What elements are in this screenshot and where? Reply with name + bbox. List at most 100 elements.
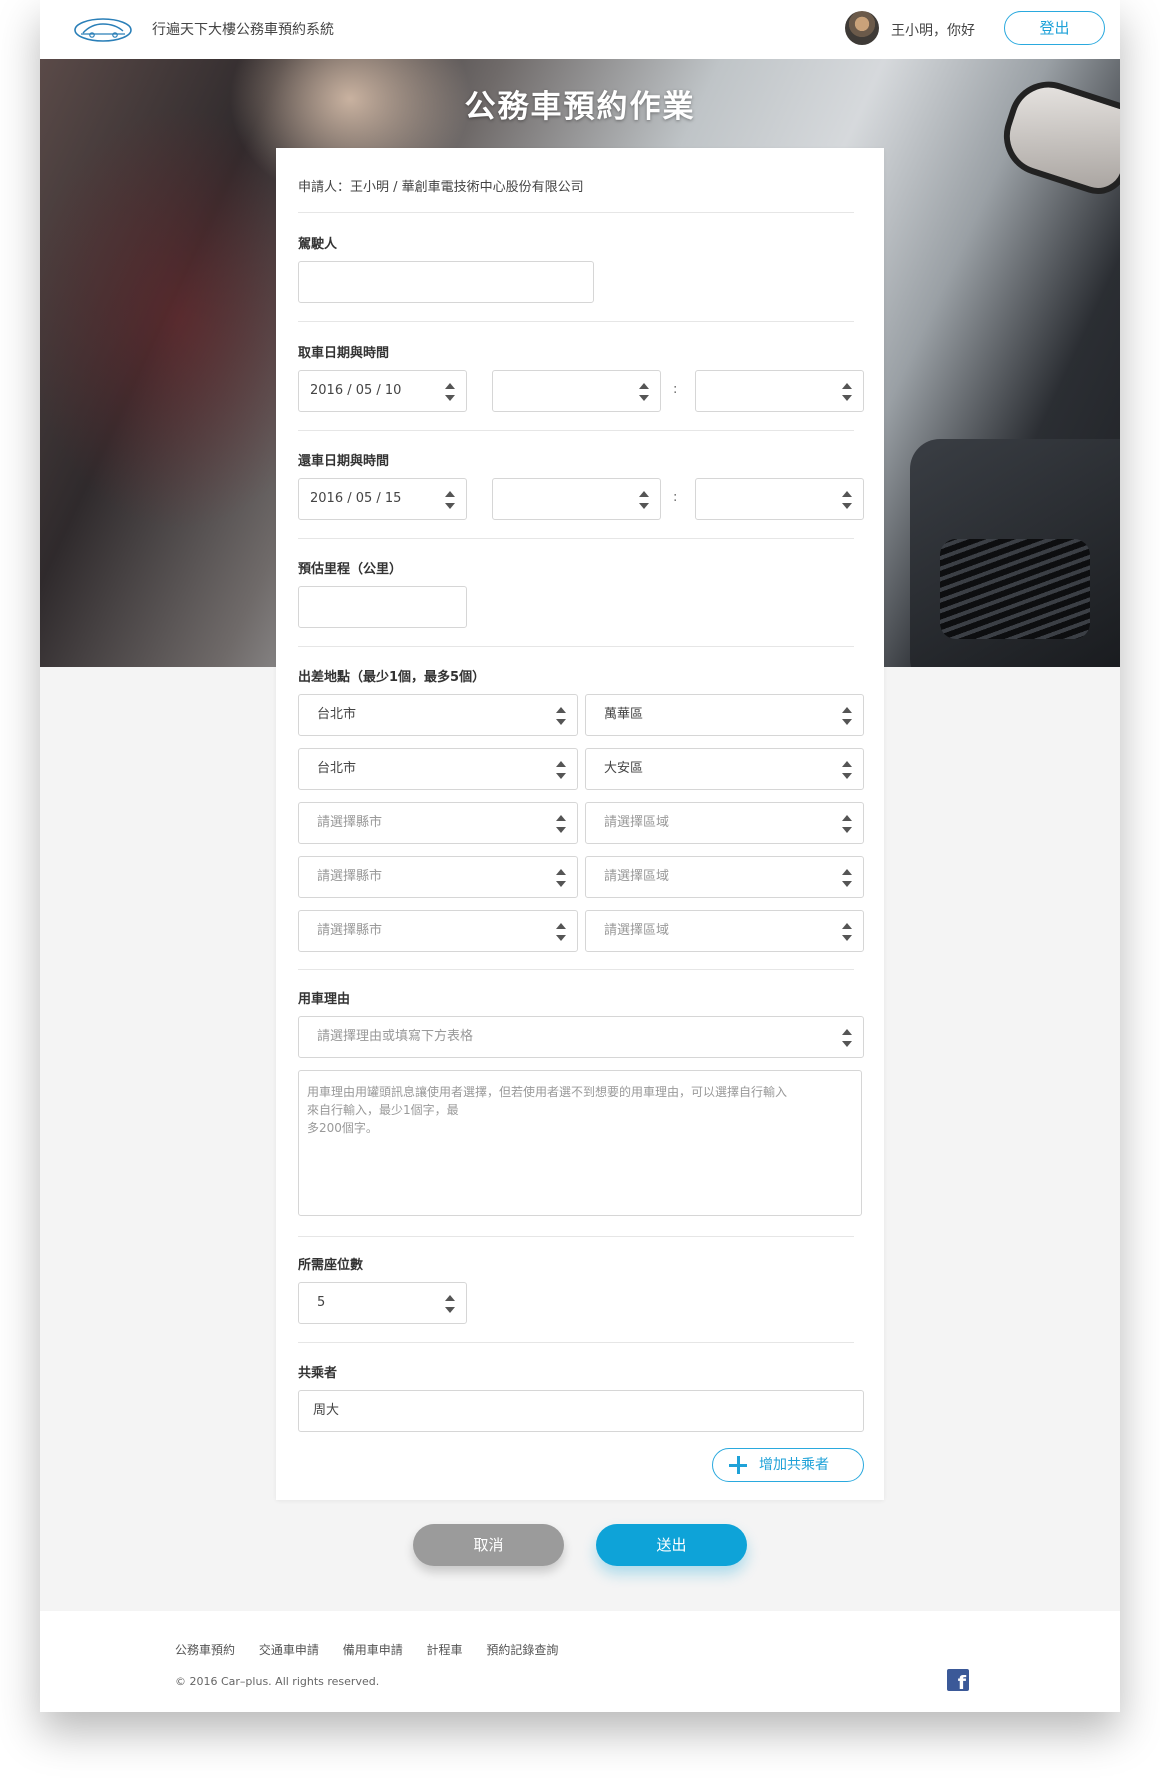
divider <box>298 969 854 970</box>
stepper-arrows-icon[interactable] <box>445 1295 455 1313</box>
driver-input[interactable] <box>298 261 594 303</box>
stepper-arrows-icon[interactable] <box>842 491 852 509</box>
page-title: 公務車預約作業 <box>464 89 696 125</box>
seats-stepper[interactable]: 5 <box>298 1282 467 1324</box>
reason-label: 用車理由 <box>298 992 351 1007</box>
location-district-select[interactable]: 請選擇區域 <box>585 856 864 898</box>
add-passenger-label: 增加共乘者 <box>759 1457 829 1473</box>
pickup-label: 取車日期與時間 <box>298 346 390 361</box>
select-arrows-icon <box>842 923 852 941</box>
facebook-icon[interactable]: f <box>947 1669 969 1691</box>
air-vent-image <box>940 539 1090 639</box>
location-city-select[interactable]: 台北市 <box>298 748 578 790</box>
location-city-placeholder: 請選擇縣市 <box>317 869 383 884</box>
location-district-placeholder: 請選擇區域 <box>604 869 670 884</box>
location-city-value: 台北市 <box>317 761 357 776</box>
locations-label: 出差地點（最少1個，最多5個） <box>298 670 486 685</box>
user-greeting: 王小明，你好 <box>891 23 975 39</box>
footer-link-spare-car[interactable]: 備用車申請 <box>343 1643 403 1657</box>
reason-select[interactable]: 請選擇理由或填寫下方表格 <box>298 1016 864 1058</box>
select-arrows-icon <box>556 707 566 725</box>
footer-link-history[interactable]: 預約記錄查詢 <box>486 1643 558 1657</box>
pickup-hour-field[interactable] <box>492 370 661 412</box>
pickup-date-value: 2016 / 05 / 10 <box>310 383 402 398</box>
driver-label: 駕駛人 <box>298 237 338 252</box>
divider <box>298 1342 854 1343</box>
time-colon: : <box>673 382 678 397</box>
return-minute-field[interactable] <box>695 478 864 520</box>
location-city-select[interactable]: 請選擇縣市 <box>298 856 578 898</box>
location-city-select[interactable]: 請選擇縣市 <box>298 910 578 952</box>
footer-link-car-booking[interactable]: 公務車預約 <box>175 1643 235 1657</box>
divider <box>298 1236 854 1237</box>
select-arrows-icon <box>556 761 566 779</box>
location-district-value: 萬華區 <box>604 707 644 722</box>
stepper-arrows-icon[interactable] <box>639 491 649 509</box>
reason-textarea[interactable]: 用車理由用罐頭訊息讓使用者選擇，但若使用者選不到想要的用車理由，可以選擇自行輸入… <box>298 1070 862 1216</box>
select-arrows-icon <box>842 761 852 779</box>
pickup-date-field[interactable]: 2016 / 05 / 10 <box>298 370 467 412</box>
add-passenger-button[interactable]: 增加共乘者 <box>712 1448 864 1482</box>
avatar[interactable] <box>845 11 879 45</box>
select-arrows-icon <box>556 815 566 833</box>
cancel-button[interactable]: 取消 <box>413 1524 564 1566</box>
plus-icon <box>729 1456 747 1474</box>
stepper-arrows-icon[interactable] <box>445 491 455 509</box>
return-hour-field[interactable] <box>492 478 661 520</box>
divider <box>298 321 854 322</box>
footer-links: 公務車預約 交通車申請 備用車申請 計程車 預約記錄查詢 <box>175 1641 578 1658</box>
return-label: 還車日期與時間 <box>298 454 390 469</box>
system-title: 行遍天下大樓公務車預約系統 <box>152 22 334 38</box>
select-arrows-icon <box>842 815 852 833</box>
location-district-select[interactable]: 請選擇區域 <box>585 910 864 952</box>
footer-link-shuttle[interactable]: 交通車申請 <box>259 1643 319 1657</box>
applicant-info: 申請人：王小明 / 華創車電技術中心股份有限公司 <box>298 180 584 195</box>
location-district-placeholder: 請選擇區域 <box>604 815 670 830</box>
divider <box>298 538 854 539</box>
top-header: 行遍天下大樓公務車預約系統 王小明，你好 登出 <box>40 0 1120 59</box>
mileage-label: 預估里程（公里） <box>298 562 403 577</box>
location-city-value: 台北市 <box>317 707 357 722</box>
page-footer: 公務車預約 交通車申請 備用車申請 計程車 預約記錄查詢 © 2016 Car–… <box>40 1611 1120 1712</box>
passengers-label: 共乘者 <box>298 1366 338 1381</box>
return-date-field[interactable]: 2016 / 05 / 15 <box>298 478 467 520</box>
select-arrows-icon <box>556 923 566 941</box>
reason-select-placeholder: 請選擇理由或填寫下方表格 <box>317 1029 474 1044</box>
reason-placeholder-line: 用車理由用罐頭訊息讓使用者選擇，但若使用者選不到想要的用車理由，可以選擇自行輸入 <box>307 1085 788 1099</box>
location-district-select[interactable]: 萬華區 <box>585 694 864 736</box>
divider <box>298 430 854 431</box>
submit-button[interactable]: 送出 <box>596 1524 747 1566</box>
seats-label: 所需座位數 <box>298 1258 364 1273</box>
select-arrows-icon <box>842 707 852 725</box>
time-colon: : <box>673 490 678 505</box>
logout-button[interactable]: 登出 <box>1004 11 1105 45</box>
location-district-placeholder: 請選擇區域 <box>604 923 670 938</box>
car-logo-icon[interactable] <box>73 16 133 44</box>
copyright: © 2016 Car–plus. All rights reserved. <box>175 1675 380 1688</box>
mileage-input[interactable] <box>298 586 467 628</box>
stepper-arrows-icon[interactable] <box>639 383 649 401</box>
reservation-form: 申請人：王小明 / 華創車電技術中心股份有限公司 駕駛人 取車日期與時間 201… <box>276 148 884 1500</box>
footer-link-taxi[interactable]: 計程車 <box>427 1643 463 1657</box>
location-city-select[interactable]: 台北市 <box>298 694 578 736</box>
stepper-arrows-icon[interactable] <box>445 383 455 401</box>
select-arrows-icon <box>842 1029 852 1047</box>
pickup-minute-field[interactable] <box>695 370 864 412</box>
seats-value: 5 <box>317 1295 326 1310</box>
reason-placeholder-line: 多200個字。 <box>307 1121 378 1135</box>
return-date-value: 2016 / 05 / 15 <box>310 491 402 506</box>
location-district-select[interactable]: 請選擇區域 <box>585 802 864 844</box>
divider <box>298 212 854 213</box>
location-district-select[interactable]: 大安區 <box>585 748 864 790</box>
location-city-select[interactable]: 請選擇縣市 <box>298 802 578 844</box>
divider <box>298 646 854 647</box>
reason-placeholder-line: 來自行輸入，最少1個字，最 <box>307 1103 459 1117</box>
select-arrows-icon <box>842 869 852 887</box>
app-window: 行遍天下大樓公務車預約系統 王小明，你好 登出 公務車預約作業 申請人：王小明 … <box>40 0 1120 1712</box>
location-city-placeholder: 請選擇縣市 <box>317 815 383 830</box>
select-arrows-icon <box>556 869 566 887</box>
passenger-input[interactable]: 周大 <box>298 1390 864 1432</box>
location-district-value: 大安區 <box>604 761 644 776</box>
stepper-arrows-icon[interactable] <box>842 383 852 401</box>
location-city-placeholder: 請選擇縣市 <box>317 923 383 938</box>
